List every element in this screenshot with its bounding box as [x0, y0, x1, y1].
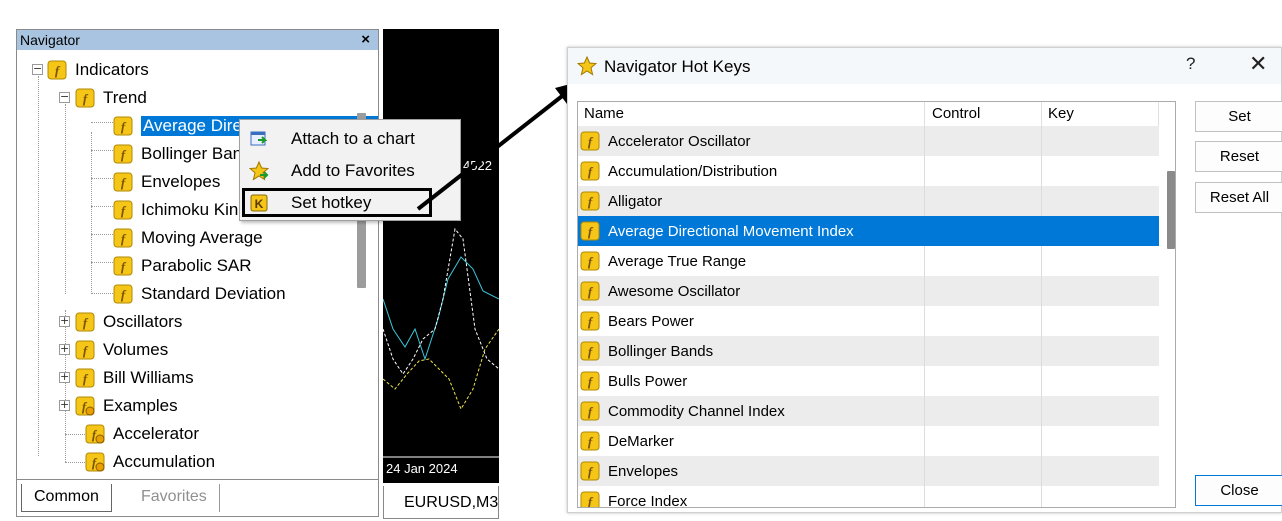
list-item[interactable]: f Force Index [578, 486, 1159, 508]
list-item-name: Accelerator Oscillator [608, 132, 751, 150]
hotkeys-list: Name Control Key f Accelerator Oscillator… [577, 101, 1176, 508]
list-item[interactable]: f Alligator [578, 186, 1159, 216]
list-item-name: Bollinger Bands [608, 342, 714, 360]
indicator-icon: f [580, 461, 600, 481]
reset-button[interactable]: Reset [1195, 141, 1282, 172]
indicator-icon: f [580, 341, 600, 361]
dialog-close-button[interactable]: ✕ [1249, 51, 1267, 77]
list-item[interactable]: f Average True Range [578, 246, 1159, 276]
indicator-icon: f [580, 371, 600, 391]
list-item-name: Alligator [608, 192, 663, 210]
hotkeys-dialog: Navigator Hot Keys ? ✕ Name Control Key … [567, 47, 1282, 513]
list-item[interactable]: f Accumulation/Distribution [578, 156, 1159, 186]
list-item[interactable]: f Bollinger Bands [578, 336, 1159, 366]
list-item[interactable]: f Commodity Channel Index [578, 396, 1159, 426]
list-item-name: Average True Range [608, 252, 747, 270]
list-item-name: Average Directional Movement Index [608, 222, 854, 240]
indicator-icon: f [580, 251, 600, 271]
indicator-icon: f [580, 191, 600, 211]
indicator-icon: f [580, 401, 600, 421]
list-item-name: Awesome Oscillator [608, 282, 741, 300]
star-icon [577, 56, 597, 76]
column-header-control[interactable]: Control [926, 102, 1041, 126]
list-item-name: Bulls Power [608, 372, 688, 390]
indicator-icon: f [580, 221, 600, 241]
dialog-titlebar: Navigator Hot Keys ? ✕ [568, 48, 1281, 84]
indicator-icon: f [580, 431, 600, 451]
list-item[interactable]: f Bulls Power [578, 366, 1159, 396]
indicator-icon: f [580, 161, 600, 181]
reset-all-button[interactable]: Reset All [1195, 182, 1282, 213]
help-button[interactable]: ? [1186, 54, 1195, 74]
list-item-name: Bears Power [608, 312, 694, 330]
list-scrollbar-thumb[interactable] [1167, 171, 1175, 249]
indicator-icon: f [580, 281, 600, 301]
dialog-title: Navigator Hot Keys [604, 57, 751, 76]
indicator-icon: f [580, 311, 600, 331]
column-header-key[interactable]: Key [1042, 102, 1158, 126]
list-item-name: Accumulation/Distribution [608, 162, 778, 180]
list-item-selected[interactable]: f Average Directional Movement Index [578, 216, 1159, 246]
close-button[interactable]: Close [1195, 475, 1282, 506]
list-item[interactable]: f DeMarker [578, 426, 1159, 456]
set-button[interactable]: Set [1195, 101, 1282, 132]
list-item[interactable]: f Bears Power [578, 306, 1159, 336]
list-item[interactable]: f Accelerator Oscillator [578, 126, 1159, 156]
list-item[interactable]: f Envelopes [578, 456, 1159, 486]
list-item[interactable]: f Awesome Oscillator [578, 276, 1159, 306]
indicator-icon: f [580, 491, 600, 507]
column-header-name[interactable]: Name [578, 102, 924, 126]
list-item-name: DeMarker [608, 432, 674, 450]
list-item-name: Envelopes [608, 462, 679, 480]
list-item-name: Force Index [608, 492, 688, 508]
list-item-name: Commodity Channel Index [608, 402, 785, 420]
indicator-icon: f [580, 131, 600, 151]
